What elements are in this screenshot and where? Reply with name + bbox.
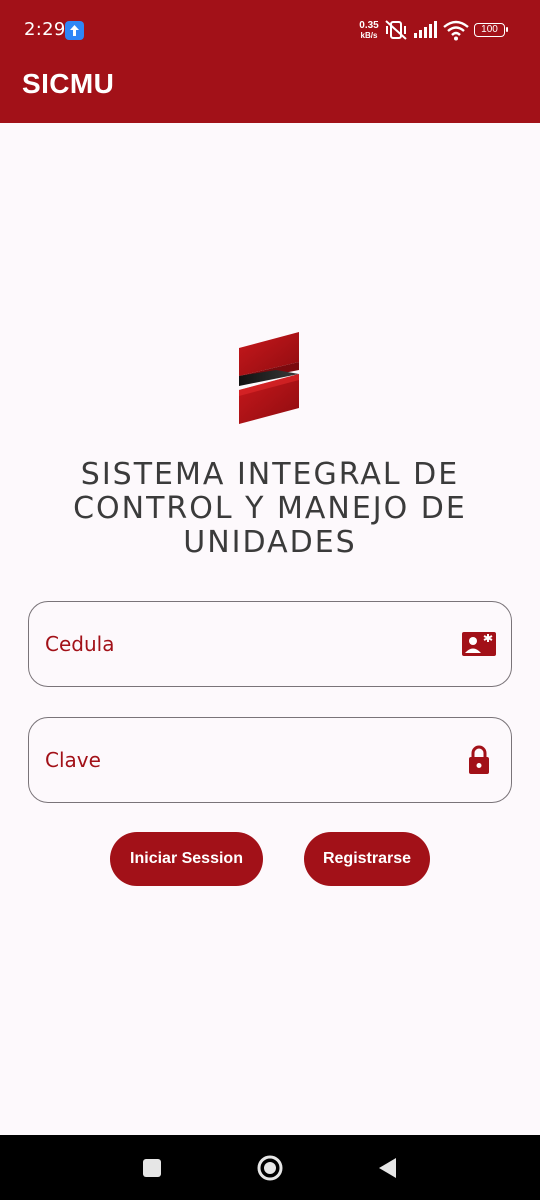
back-icon[interactable]: [373, 1153, 403, 1183]
system-title-line-3: UNIDADES: [183, 525, 357, 560]
vibrate-icon: [384, 19, 408, 45]
app-title: SICMU: [22, 68, 115, 99]
register-button[interactable]: Registrarse: [304, 832, 430, 886]
status-bar: 2:29 0.35 kB/s 100: [0, 0, 540, 60]
system-title: SISTEMA INTEGRAL DE CONTROL Y MANEJO DE …: [0, 458, 540, 560]
login-button[interactable]: Iniciar Session: [110, 832, 263, 886]
id-card-icon: [461, 628, 497, 660]
home-icon[interactable]: [255, 1153, 285, 1183]
recents-icon[interactable]: [137, 1153, 167, 1183]
signal-icon: [413, 20, 437, 44]
battery-icon: 100: [474, 23, 508, 37]
upload-icon: [65, 21, 84, 40]
system-nav-bar: [0, 1135, 540, 1200]
status-time: 2:29: [24, 19, 66, 40]
clave-input[interactable]: [45, 718, 445, 801]
system-title-line-1: SISTEMA INTEGRAL DE: [80, 457, 460, 492]
cedula-field: [28, 601, 512, 687]
sicmu-logo-icon: [236, 330, 302, 426]
cedula-input[interactable]: [45, 602, 445, 685]
network-speed-unit: kB/s: [360, 31, 378, 40]
wifi-icon: [443, 19, 469, 45]
network-speed-value: 0.35: [359, 20, 379, 31]
app-header: 2:29 0.35 kB/s 100 SICMU: [0, 0, 540, 123]
network-speed: 0.35 kB/s: [356, 21, 382, 43]
system-title-line-2: CONTROL Y MANEJO DE: [73, 491, 467, 526]
lock-icon: [461, 744, 497, 776]
clave-field: [28, 717, 512, 803]
